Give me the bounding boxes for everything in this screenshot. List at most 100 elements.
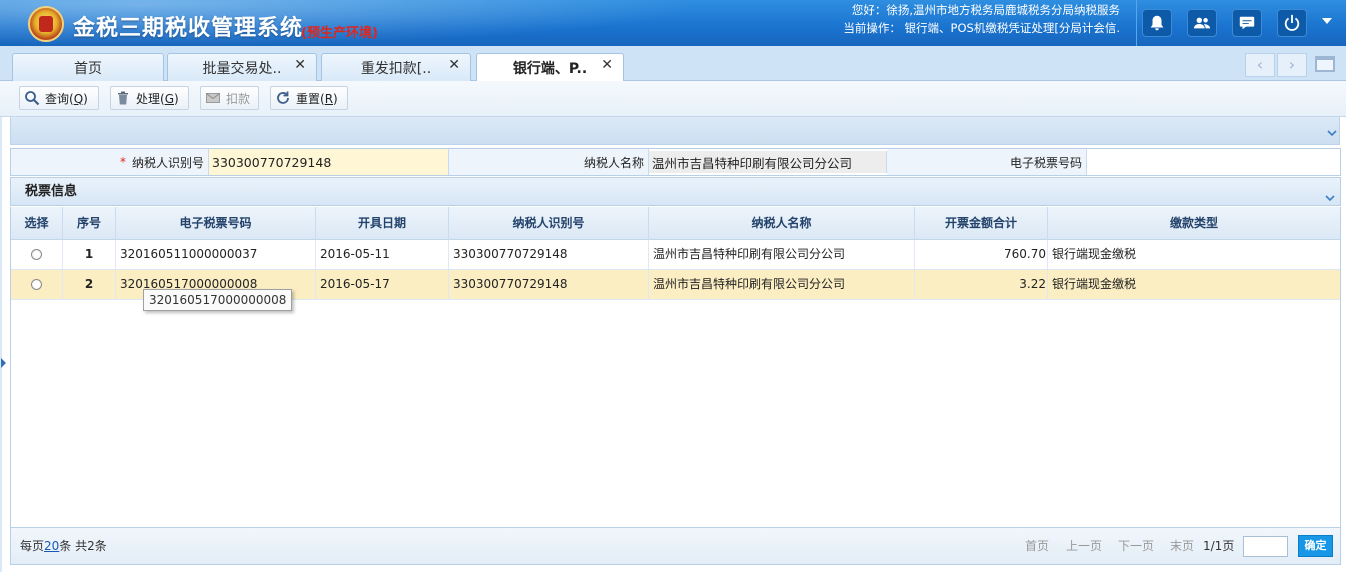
users-icon [1193, 17, 1211, 29]
tab-label: 批量交易处.. [202, 60, 282, 77]
tab-scroll-right-icon[interactable]: › [1277, 53, 1307, 77]
close-icon[interactable]: ✕ [448, 57, 460, 73]
bell-icon [1150, 15, 1164, 31]
ticket-no-field[interactable] [1087, 149, 1340, 175]
row-taxpayer-id: 330300770729148 [449, 240, 649, 269]
user-info: 您好：徐扬,温州市地方税务局鹿城税务分局纳税服务 当前操作： 银行端、POS机缴… [790, 1, 1120, 37]
tab-resend-deduction[interactable]: 重发扣款[.. ✕ [321, 53, 471, 81]
row-ticket-no: 320160511000000037 [116, 240, 316, 269]
pagination-bar: 每页20条 共2条 首页 上一页 下一页 末页 1/1页 确定 [10, 527, 1341, 565]
logout-button[interactable] [1277, 9, 1307, 37]
app-title: 金税三期税收管理系统 [73, 16, 304, 41]
contacts-button[interactable] [1187, 9, 1217, 37]
tab-label: 重发扣款[.. [360, 60, 432, 77]
col-header-select: 选择 [11, 207, 63, 240]
power-icon [1284, 14, 1300, 31]
message-button[interactable] [1232, 9, 1262, 37]
row-select-cell [11, 270, 63, 299]
first-page-link[interactable]: 首页 [1025, 528, 1049, 564]
chevron-down-icon[interactable] [1325, 185, 1335, 202]
query-button[interactable]: 查询(Q) [19, 86, 99, 110]
refresh-icon [277, 91, 289, 104]
row-amount: 760.70 [915, 240, 1048, 269]
toolbar: 查询(Q) 处理(G) 扣款 重置(R) [0, 81, 1346, 117]
envelope-icon [206, 93, 220, 103]
grid-header: 选择 序号 电子税票号码 开具日期 纳税人识别号 纳税人名称 开票金额合计 缴款… [11, 207, 1340, 240]
row-payment-type: 银行端现金缴税 [1052, 277, 1137, 291]
tab-label: 首页 [74, 60, 102, 77]
taxpayer-name-label: 纳税人名称 [449, 149, 649, 175]
page-size-info: 每页20条 共2条 [20, 539, 107, 553]
notification-button[interactable] [1142, 9, 1172, 37]
confirm-page-button[interactable]: 确定 [1298, 535, 1333, 557]
row-amount: 3.22 [915, 270, 1048, 299]
maximize-icon[interactable] [1315, 56, 1335, 72]
row-date: 2016-05-11 [316, 240, 449, 269]
chevron-down-icon[interactable] [1322, 18, 1332, 24]
query-section-bar[interactable] [10, 117, 1340, 145]
taxpayer-id-label: * 纳税人识别号 [11, 149, 209, 175]
tab-label: 银行端、P.. [512, 61, 588, 77]
col-header-seq: 序号 [63, 207, 116, 240]
row-taxpayer-name: 温州市吉昌特种印刷有限公司分公司 [649, 270, 915, 299]
search-icon [25, 91, 40, 106]
current-operation: 当前操作： 银行端、POS机缴税凭证处理[分局计会信. [843, 21, 1120, 35]
row-taxpayer-name: 温州市吉昌特种印刷有限公司分公司 [649, 240, 915, 269]
environment-label: (预生产环境) [301, 26, 378, 41]
query-label: 查询(Q) [45, 91, 88, 106]
row-date: 2016-05-17 [316, 270, 449, 299]
row-radio[interactable] [31, 279, 42, 290]
row-taxpayer-id: 330300770729148 [449, 270, 649, 299]
trash-icon [118, 91, 128, 105]
ticket-grid: 选择 序号 电子税票号码 开具日期 纳税人识别号 纳税人名称 开票金额合计 缴款… [10, 207, 1341, 527]
ticket-no-label: 电子税票号码 [887, 149, 1087, 175]
chat-icon [1239, 16, 1255, 30]
last-page-link[interactable]: 末页 [1170, 528, 1194, 564]
tab-scroll-left-icon[interactable]: ‹ [1245, 53, 1275, 77]
row-seq: 2 [63, 270, 116, 299]
prev-page-link[interactable]: 上一页 [1066, 528, 1102, 564]
tab-bank-pos[interactable]: 银行端、P.. ✕ [476, 53, 624, 82]
col-header-amount[interactable]: 开票金额合计 [915, 207, 1048, 240]
required-mark: * [119, 155, 126, 169]
taxpayer-name-field: 温州市吉昌特种印刷有限公司分公司 [649, 151, 887, 173]
row-payment-type: 银行端现金缴税 [1052, 247, 1137, 261]
row-select-cell [11, 240, 63, 269]
col-header-taxpayer-id[interactable]: 纳税人识别号 [449, 207, 649, 240]
next-page-link[interactable]: 下一页 [1118, 528, 1154, 564]
process-label: 处理(G) [136, 91, 179, 106]
reset-label: 重置(R) [296, 91, 338, 106]
deduct-button[interactable]: 扣款 [200, 86, 259, 110]
close-icon[interactable]: ✕ [601, 57, 613, 73]
page-info: 1/1页 [1203, 539, 1235, 553]
deduct-label: 扣款 [226, 91, 251, 106]
tax-emblem-logo [28, 6, 64, 42]
tab-batch-transaction[interactable]: 批量交易处.. ✕ [167, 53, 317, 81]
header-separator [1136, 0, 1137, 46]
row-seq: 1 [63, 240, 116, 269]
query-form: * 纳税人识别号 330300770729148 纳税人名称 温州市吉昌特种印刷… [10, 148, 1341, 176]
chevron-down-icon[interactable] [1327, 126, 1337, 137]
col-header-date[interactable]: 开具日期 [316, 207, 449, 240]
ticket-info-panel-header: 税票信息 [10, 177, 1341, 206]
process-button[interactable]: 处理(G) [110, 86, 189, 110]
panel-title: 税票信息 [25, 184, 78, 199]
user-greeting: 您好：徐扬,温州市地方税务局鹿城税务分局纳税服务 [851, 3, 1120, 17]
reset-button[interactable]: 重置(R) [270, 86, 348, 110]
tab-home[interactable]: 首页 [12, 53, 164, 81]
expand-left-icon[interactable] [1, 358, 6, 368]
cell-tooltip: 320160517000000008 [143, 289, 293, 311]
table-row[interactable]: 1 320160511000000037 2016-05-11 33030077… [11, 240, 1340, 270]
col-header-payment-type[interactable]: 缴款类型 [1048, 207, 1340, 240]
left-collapse-bar[interactable] [0, 81, 2, 572]
col-header-ticket-no[interactable]: 电子税票号码 [116, 207, 316, 240]
col-header-taxpayer-name[interactable]: 纳税人名称 [649, 207, 915, 240]
page-size-link[interactable]: 20 [44, 539, 59, 553]
page-number-input[interactable] [1243, 536, 1288, 557]
close-icon[interactable]: ✕ [294, 57, 306, 73]
app-header: 金税三期税收管理系统 (预生产环境) 您好：徐扬,温州市地方税务局鹿城税务分局纳… [0, 0, 1346, 46]
taxpayer-id-label-text: 纳税人识别号 [131, 155, 204, 170]
tab-bar: 首页 批量交易处.. ✕ 重发扣款[.. ✕ 银行端、P.. ✕ ‹ › [0, 46, 1346, 82]
taxpayer-id-field[interactable]: 330300770729148 [209, 149, 449, 175]
row-radio[interactable] [31, 249, 42, 260]
